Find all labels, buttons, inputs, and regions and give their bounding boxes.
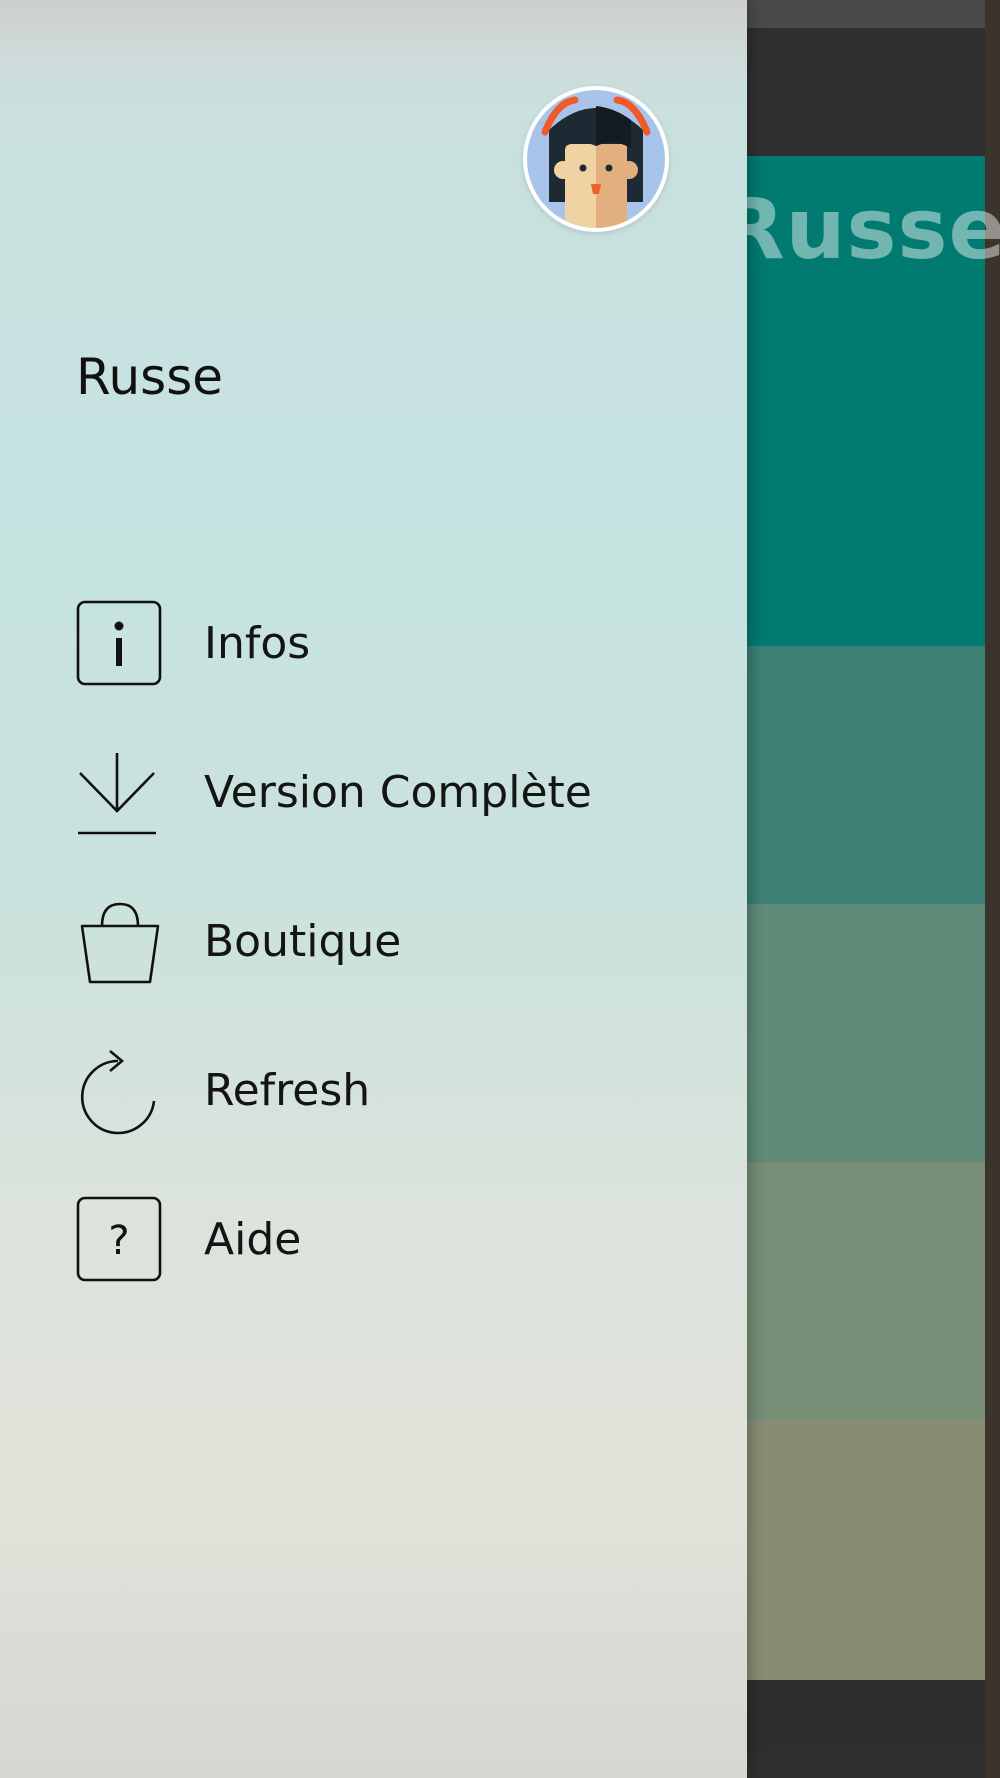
menu-item-label: Infos	[204, 618, 311, 669]
menu-item-label: Refresh	[204, 1065, 371, 1116]
background-header	[740, 28, 985, 156]
download-icon	[76, 749, 164, 837]
user-name: Russe	[76, 348, 224, 406]
background-list-band-1[interactable]	[740, 646, 985, 904]
navigation-drawer: Russe Infos Version Complète Boutique Re…	[0, 0, 747, 1778]
menu-item-label: Version Complète	[204, 767, 592, 818]
screen: Russe Russe Infos Version Complète Bouti…	[0, 0, 1000, 1778]
girl-avatar-icon	[527, 90, 665, 228]
info-icon	[76, 600, 164, 688]
menu-item-version-complete[interactable]: Version Complète	[76, 747, 716, 896]
background-bottom-bar	[740, 1680, 985, 1750]
menu-item-label: Boutique	[204, 916, 402, 967]
background-list-band-3[interactable]	[740, 1162, 985, 1420]
menu-item-infos[interactable]: Infos	[76, 598, 716, 747]
drawer-menu: Infos Version Complète Boutique Refresh …	[76, 598, 716, 1343]
background-list-band-2[interactable]	[740, 904, 985, 1162]
svg-text:?: ?	[108, 1218, 129, 1264]
menu-item-refresh[interactable]: Refresh	[76, 1045, 716, 1194]
menu-item-boutique[interactable]: Boutique	[76, 896, 716, 1045]
background-list-band-4[interactable]	[740, 1420, 985, 1680]
menu-item-aide[interactable]: ? Aide	[76, 1194, 716, 1343]
shopping-bag-icon	[76, 898, 164, 986]
background-title: Russe	[720, 180, 1000, 278]
help-icon: ?	[76, 1196, 164, 1284]
avatar[interactable]	[523, 86, 669, 232]
menu-item-label: Aide	[204, 1214, 302, 1265]
background-status-bar	[740, 0, 985, 28]
refresh-icon	[76, 1047, 164, 1135]
